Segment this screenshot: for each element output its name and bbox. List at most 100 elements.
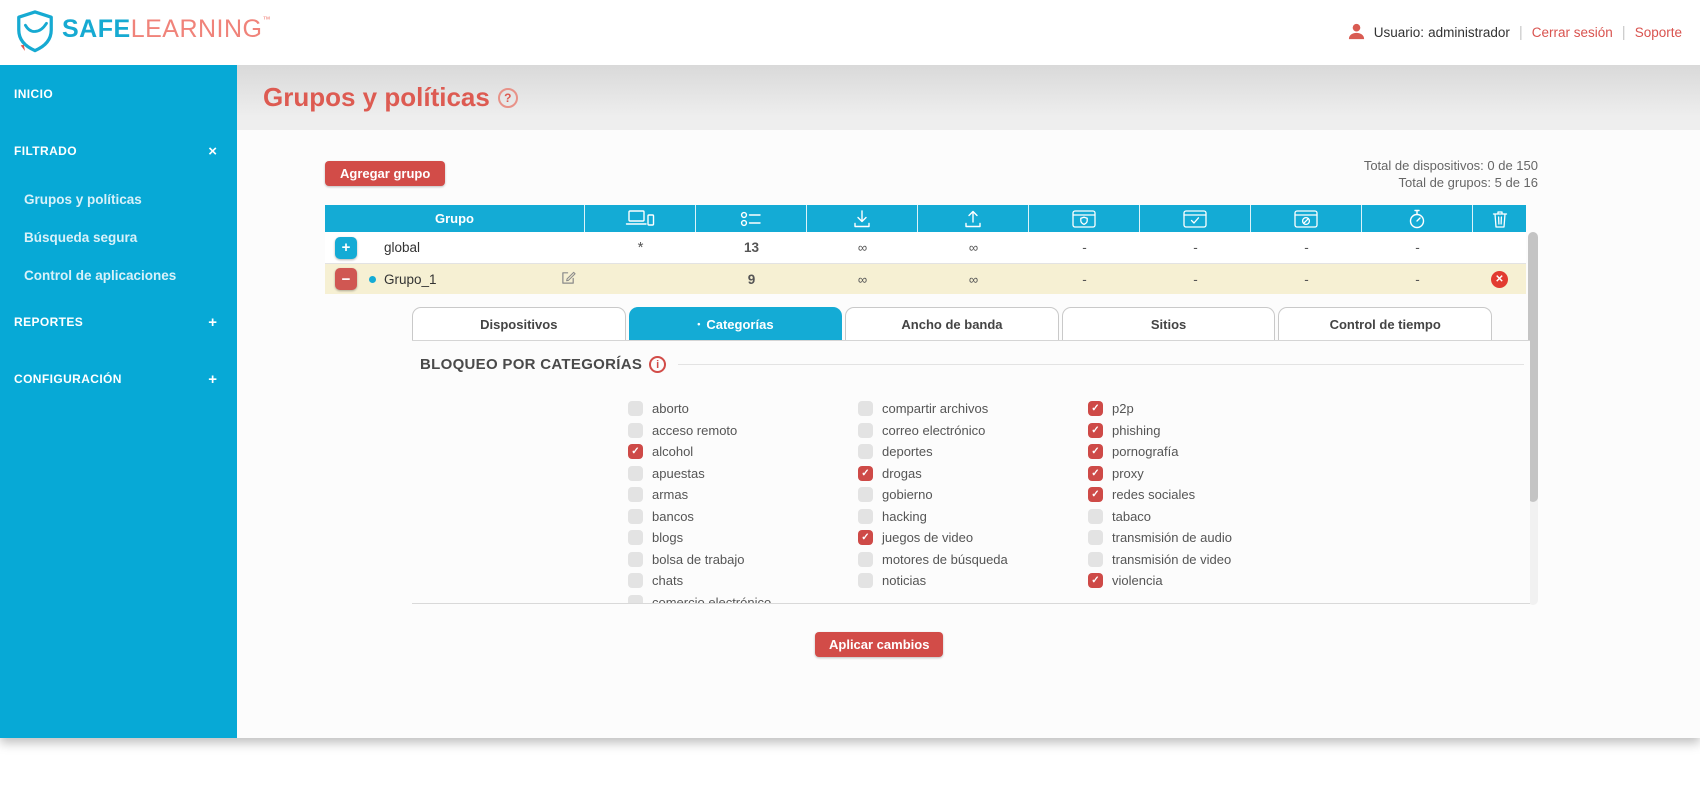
tab-control-de-tiempo[interactable]: Control de tiempo bbox=[1278, 307, 1492, 340]
category-item[interactable]: transmisión de audio bbox=[1088, 527, 1313, 549]
tab-categorias[interactable]: •Categorías bbox=[629, 307, 843, 340]
category-checkbox[interactable]: ✓ bbox=[1088, 423, 1103, 438]
sidebar-item-configuracion[interactable]: CONFIGURACIÓN + bbox=[0, 370, 237, 388]
category-checkbox[interactable] bbox=[628, 573, 643, 588]
category-checkbox[interactable]: ✓ bbox=[1088, 573, 1103, 588]
delete-group-icon[interactable]: ✕ bbox=[1491, 271, 1508, 288]
category-item[interactable]: correo electrónico bbox=[858, 420, 1083, 442]
category-item[interactable]: gobierno bbox=[858, 484, 1083, 506]
category-checkbox[interactable] bbox=[858, 444, 873, 459]
category-item[interactable]: ✓proxy bbox=[1088, 463, 1313, 485]
upload-icon bbox=[918, 205, 1029, 232]
category-checkbox[interactable] bbox=[628, 423, 643, 438]
logout-link[interactable]: Cerrar sesión bbox=[1532, 25, 1613, 40]
category-item[interactable]: tabaco bbox=[1088, 506, 1313, 528]
group-cell: − Grupo_1 bbox=[325, 268, 585, 290]
sidebar-item-reportes[interactable]: REPORTES + bbox=[0, 313, 237, 331]
category-label: blogs bbox=[652, 530, 683, 545]
category-checkbox[interactable]: ✓ bbox=[1088, 401, 1103, 416]
category-checkbox[interactable] bbox=[628, 530, 643, 545]
policies-cell: 9 bbox=[696, 272, 807, 287]
category-item[interactable]: ✓ juegos de video bbox=[858, 527, 1083, 549]
category-checkbox[interactable] bbox=[628, 595, 643, 604]
blocked-sites-icon bbox=[1251, 205, 1362, 232]
sidebar-item-inicio[interactable]: INICIO bbox=[0, 85, 237, 103]
category-column-3: ✓p2p✓phishing✓pornografía✓proxy✓redes so… bbox=[1088, 398, 1313, 592]
edit-group-icon[interactable] bbox=[561, 270, 576, 288]
category-checkbox[interactable]: ✓ bbox=[858, 530, 873, 545]
category-item[interactable]: ✓drogas bbox=[858, 463, 1083, 485]
category-checkbox[interactable] bbox=[1088, 530, 1103, 545]
sidebar-item-busqueda-segura[interactable]: Búsqueda segura bbox=[0, 228, 237, 246]
category-item[interactable]: deportes bbox=[858, 441, 1083, 463]
collapse-icon[interactable]: × bbox=[208, 144, 217, 159]
category-checkbox[interactable] bbox=[858, 487, 873, 502]
app-body: INICIO FILTRADO × Grupos y políticas Bús… bbox=[0, 65, 1700, 738]
category-checkbox[interactable]: ✓ bbox=[1088, 487, 1103, 502]
category-item[interactable]: chats bbox=[628, 570, 853, 592]
policies-cell: 13 bbox=[696, 240, 807, 255]
category-item[interactable]: bolsa de trabajo bbox=[628, 549, 853, 571]
sidebar-item-grupos-y-politicas[interactable]: Grupos y políticas bbox=[0, 190, 237, 208]
category-item[interactable]: aborto bbox=[628, 398, 853, 420]
add-group-button[interactable]: Agregar grupo bbox=[325, 161, 445, 186]
category-checkbox[interactable] bbox=[1088, 552, 1103, 567]
time-cell: - bbox=[1362, 240, 1473, 255]
category-checkbox[interactable] bbox=[858, 401, 873, 416]
category-checkbox[interactable] bbox=[628, 552, 643, 567]
sidebar-item-filtrado[interactable]: FILTRADO × bbox=[0, 142, 237, 160]
category-checkbox[interactable]: ✓ bbox=[1088, 466, 1103, 481]
tab-sitios[interactable]: Sitios bbox=[1062, 307, 1276, 340]
expand-icon[interactable]: + bbox=[208, 372, 217, 387]
category-item[interactable]: ✓alcohol bbox=[628, 441, 853, 463]
category-checkbox[interactable] bbox=[858, 423, 873, 438]
category-label: compartir archivos bbox=[882, 401, 988, 416]
category-item[interactable]: ✓redes sociales bbox=[1088, 484, 1313, 506]
tab-ancho-de-banda[interactable]: Ancho de banda bbox=[845, 307, 1059, 340]
category-checkbox[interactable] bbox=[628, 401, 643, 416]
category-item[interactable]: motores de búsqueda bbox=[858, 549, 1083, 571]
devices-cell: * bbox=[585, 239, 696, 256]
category-checkbox[interactable]: ✓ bbox=[1088, 444, 1103, 459]
apply-changes-button[interactable]: Aplicar cambios bbox=[815, 632, 943, 657]
category-item[interactable]: compartir archivos bbox=[858, 398, 1083, 420]
category-item[interactable]: bancos bbox=[628, 506, 853, 528]
expand-row-button[interactable]: + bbox=[335, 237, 357, 259]
category-checkbox[interactable] bbox=[858, 573, 873, 588]
help-icon[interactable]: ? bbox=[498, 88, 518, 108]
category-checkbox[interactable] bbox=[628, 466, 643, 481]
sidebar-item-label: FILTRADO bbox=[14, 144, 77, 158]
category-checkbox[interactable]: ✓ bbox=[858, 466, 873, 481]
sidebar-item-control-de-aplicaciones[interactable]: Control de aplicaciones bbox=[0, 266, 237, 284]
allowed-cell: - bbox=[1140, 240, 1251, 255]
sidebar: INICIO FILTRADO × Grupos y políticas Bús… bbox=[0, 65, 237, 738]
totals: Total de dispositivos: 0 de 150 Total de… bbox=[1364, 157, 1538, 191]
category-item[interactable]: blogs bbox=[628, 527, 853, 549]
category-checkbox[interactable] bbox=[628, 487, 643, 502]
heading-rule bbox=[678, 364, 1524, 365]
category-item[interactable]: ✓p2p bbox=[1088, 398, 1313, 420]
category-item[interactable]: armas bbox=[628, 484, 853, 506]
category-item[interactable]: acceso remoto bbox=[628, 420, 853, 442]
category-item[interactable]: apuestas bbox=[628, 463, 853, 485]
category-item[interactable]: transmisión de video bbox=[1088, 549, 1313, 571]
collapse-row-button[interactable]: − bbox=[335, 268, 357, 290]
category-item[interactable]: ✓violencia bbox=[1088, 570, 1313, 592]
groups-table: Grupo bbox=[325, 205, 1526, 294]
tab-dispositivos[interactable]: Dispositivos bbox=[412, 307, 626, 340]
category-label: juegos de video bbox=[882, 530, 973, 545]
category-item[interactable]: comercio electrónico bbox=[628, 592, 853, 605]
logo[interactable]: SAFELEARNING™ bbox=[14, 7, 271, 58]
category-item[interactable]: ✓pornografía bbox=[1088, 441, 1313, 463]
expand-icon[interactable]: + bbox=[208, 315, 217, 330]
info-icon[interactable]: i bbox=[649, 356, 666, 373]
category-checkbox[interactable]: ✓ bbox=[628, 444, 643, 459]
category-item[interactable]: hacking bbox=[858, 506, 1083, 528]
category-checkbox[interactable] bbox=[858, 552, 873, 567]
category-checkbox[interactable] bbox=[628, 509, 643, 524]
category-item[interactable]: ✓phishing bbox=[1088, 420, 1313, 442]
category-checkbox[interactable] bbox=[858, 509, 873, 524]
support-link[interactable]: Soporte bbox=[1635, 25, 1682, 40]
category-item[interactable]: noticias bbox=[858, 570, 1083, 592]
category-checkbox[interactable] bbox=[1088, 509, 1103, 524]
